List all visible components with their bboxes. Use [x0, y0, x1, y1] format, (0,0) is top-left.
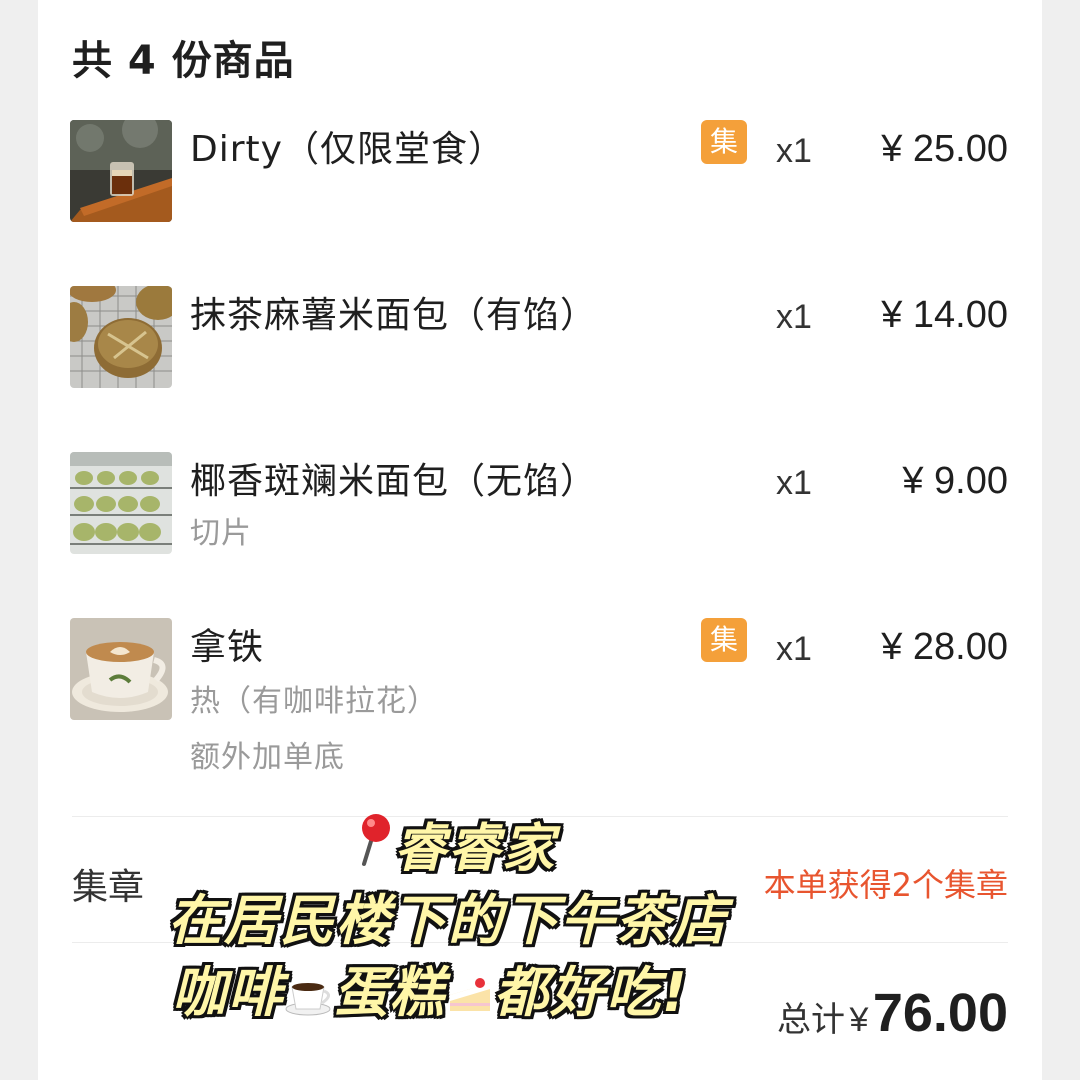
item-name: 抹茶麻薯米面包（有馅）	[190, 295, 598, 336]
item-price: ¥ 25.00	[881, 128, 1008, 170]
item-name: 椰香斑斓米面包（无馅）	[190, 461, 598, 502]
item-thumbnail-matcha-bread	[70, 286, 172, 388]
item-quantity: x1	[776, 464, 812, 502]
item-spec: 热（有咖啡拉花）	[190, 684, 438, 719]
stamp-label: 集章	[72, 867, 145, 908]
item-quantity: x1	[776, 630, 812, 668]
item-quantity: x1	[776, 298, 812, 336]
item-thumbnail-latte	[70, 618, 172, 720]
divider	[72, 942, 1008, 943]
total-amount: 76.00	[872, 983, 1008, 1043]
item-name: Dirty（仅限堂食）	[190, 129, 505, 170]
item-spec: 额外加单底	[190, 740, 345, 775]
item-price: ¥ 9.00	[902, 460, 1008, 502]
order-total: 总计 ¥ 76.00	[777, 982, 1008, 1044]
item-thumbnail-pandan-bread	[70, 452, 172, 554]
item-spec: 切片	[190, 516, 252, 551]
total-label: 总计	[777, 1000, 846, 1040]
stamp-badge: 集	[701, 120, 747, 164]
order-count-title: 共 4 份商品	[72, 38, 295, 84]
divider	[72, 816, 1008, 817]
item-name: 拿铁	[190, 627, 265, 668]
stamp-badge: 集	[701, 618, 747, 662]
stamp-earned-text: 本单获得2个集章	[763, 866, 1008, 904]
total-currency: ¥	[849, 1001, 869, 1039]
item-price: ¥ 28.00	[881, 626, 1008, 668]
item-price: ¥ 14.00	[881, 294, 1008, 336]
item-quantity: x1	[776, 132, 812, 170]
item-thumbnail-dirty	[70, 120, 172, 222]
